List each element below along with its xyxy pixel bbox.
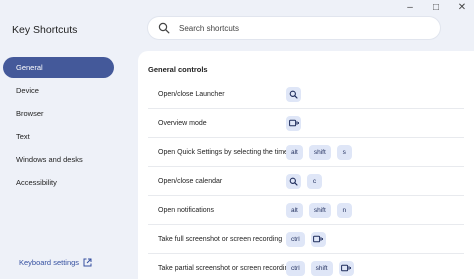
key-shift: shift xyxy=(308,202,331,218)
overview-icon xyxy=(338,260,354,276)
search-input[interactable] xyxy=(179,23,419,33)
keyboard-settings-label: Keyboard settings xyxy=(19,258,80,267)
search-icon xyxy=(286,173,301,189)
shortcut-label: Take partial screenshot or screen record… xyxy=(158,264,293,272)
search-icon xyxy=(158,22,170,34)
shortcut-label: Open/close calendar xyxy=(158,177,223,185)
sidebar-item-label: Accessibility xyxy=(16,178,57,187)
sidebar-item-label: Text xyxy=(16,132,30,141)
key-alt: alt xyxy=(286,202,303,218)
key-ctrl: ctrl xyxy=(286,260,305,276)
shortcut-row[interactable]: Take full screenshot or screen recording… xyxy=(148,225,464,254)
overview-icon xyxy=(310,231,326,247)
sidebar-item-device[interactable]: Device xyxy=(0,80,118,101)
minimize-button[interactable]: – xyxy=(404,2,416,14)
shortcut-keys: c xyxy=(286,173,322,189)
section-title: General controls xyxy=(148,65,208,74)
shortcut-label: Overview mode xyxy=(158,119,207,127)
sidebar-item-label: Device xyxy=(16,86,39,95)
search-icon xyxy=(286,86,301,102)
shortcut-row[interactable]: Open notifications alt shift n xyxy=(148,196,464,225)
search-bar[interactable] xyxy=(148,17,440,39)
shortcut-row[interactable]: Overview mode xyxy=(148,109,464,138)
sidebar-item-general[interactable]: General xyxy=(3,57,114,78)
shortcut-row[interactable]: Open Quick Settings by selecting the tim… xyxy=(148,138,464,167)
key-alt: alt xyxy=(286,144,303,160)
shortcut-label: Take full screenshot or screen recording xyxy=(158,235,283,243)
overview-icon xyxy=(286,115,301,131)
shortcut-row[interactable]: Take partial screenshot or screen record… xyxy=(148,254,464,279)
shortcut-keys: alt shift n xyxy=(286,202,352,218)
sidebar: General Device Browser Text Windows and … xyxy=(0,57,118,195)
keyboard-settings-link[interactable]: Keyboard settings xyxy=(19,258,92,267)
sidebar-item-accessibility[interactable]: Accessibility xyxy=(0,172,118,193)
shortcut-row[interactable]: Open/close Launcher xyxy=(148,80,464,109)
shortcut-keys: ctrl shift xyxy=(286,260,354,276)
sidebar-item-windows-and-desks[interactable]: Windows and desks xyxy=(0,149,118,170)
sidebar-item-label: Windows and desks xyxy=(16,155,83,164)
open-external-icon xyxy=(83,258,92,267)
key-shift: shift xyxy=(308,144,331,160)
sidebar-item-browser[interactable]: Browser xyxy=(0,103,118,124)
sidebar-item-text[interactable]: Text xyxy=(0,126,118,147)
shortcut-row[interactable]: Open/close calendar c xyxy=(148,167,464,196)
maximize-button[interactable]: □ xyxy=(430,2,442,14)
shortcuts-panel: General controls Open/close Launcher Ove… xyxy=(138,51,474,279)
key-shift: shift xyxy=(310,260,333,276)
sidebar-item-label: General xyxy=(16,63,43,72)
shortcut-label: Open notifications xyxy=(158,206,215,214)
shortcut-label: Open Quick Settings by selecting the tim… xyxy=(158,148,288,156)
key-c: c xyxy=(307,173,322,189)
shortcut-keys xyxy=(286,115,301,131)
close-button[interactable]: ✕ xyxy=(456,2,468,14)
key-n: n xyxy=(336,202,352,218)
shortcut-label: Open/close Launcher xyxy=(158,90,225,98)
window-controls: – □ ✕ xyxy=(404,2,468,14)
key-s: s xyxy=(336,144,352,160)
key-ctrl: ctrl xyxy=(286,231,305,247)
app-title: Key Shortcuts xyxy=(12,24,78,36)
shortcut-keys: ctrl xyxy=(286,231,326,247)
sidebar-item-label: Browser xyxy=(16,109,44,118)
shortcut-keys: alt shift s xyxy=(286,144,352,160)
shortcut-keys xyxy=(286,86,301,102)
